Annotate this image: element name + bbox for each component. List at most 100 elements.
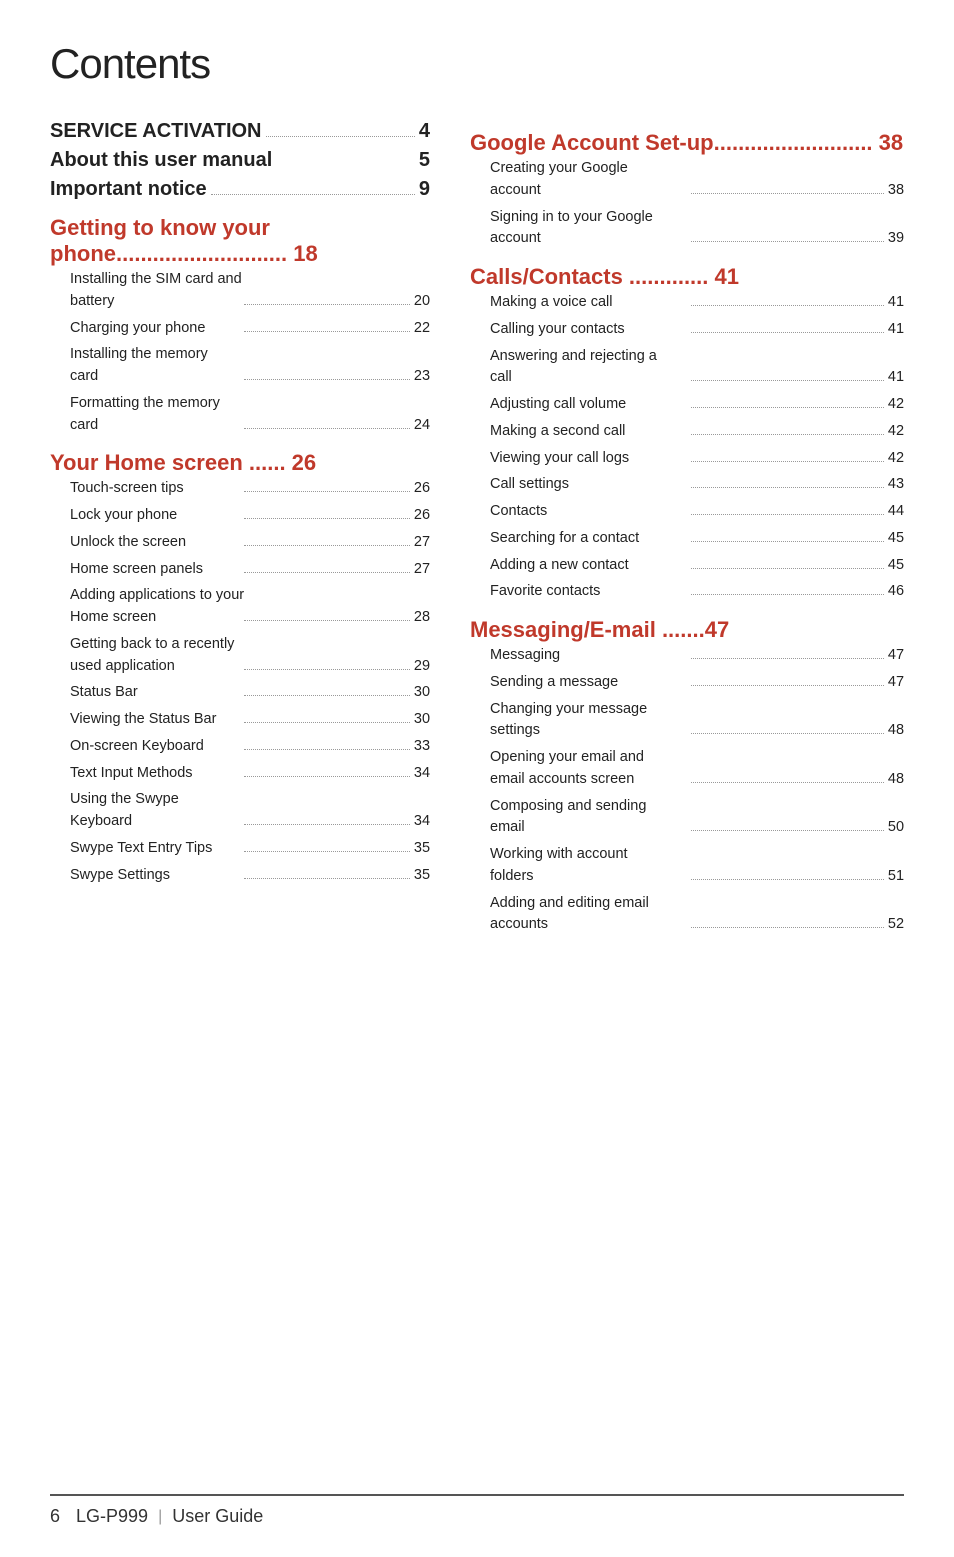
toc-sub-text: Viewing your call logs <box>490 448 687 470</box>
toc-sub-text: email accounts screen <box>490 769 687 791</box>
toc-sub-multi-entry: Adding applications to yourHome screen28 <box>50 585 430 629</box>
toc-sub-text: Lock your phone <box>70 505 240 527</box>
toc-sub-text: Home screen <box>70 607 240 629</box>
toc-page-num: 35 <box>414 865 430 887</box>
toc-sub-entry: Making a second call 42 <box>470 421 904 443</box>
toc-sub-text: Call settings <box>490 474 687 496</box>
toc-page-num: 38 <box>888 180 904 202</box>
toc-dots <box>691 782 884 783</box>
toc-page-num: 48 <box>888 720 904 742</box>
toc-dots <box>691 658 884 659</box>
toc-page-num: 47 <box>888 672 904 694</box>
toc-dots <box>244 878 410 879</box>
toc-sub-line: Adding applications to your <box>70 585 430 607</box>
toc-sub-entry: Text Input Methods 34 <box>50 763 430 785</box>
toc-sub-text: Sending a message <box>490 672 687 694</box>
toc-top-entry: Important notice9 <box>50 178 430 201</box>
toc-sub-entry: Swype Text Entry Tips35 <box>50 838 430 860</box>
toc-page-num: 45 <box>888 555 904 577</box>
toc-dots <box>244 304 410 305</box>
toc-sub-last-row: account 38 <box>490 180 904 202</box>
toc-page-num: 48 <box>888 769 904 791</box>
toc-sub-text: Text Input Methods <box>70 763 240 785</box>
toc-sub-line: Opening your email and <box>490 747 904 769</box>
toc-sub-text: Making a second call <box>490 421 687 443</box>
toc-dots <box>691 541 884 542</box>
toc-sub-entry: Lock your phone 26 <box>50 505 430 527</box>
toc-sub-multi-entry: Installing the memorycard23 <box>50 344 430 388</box>
toc-page-num: 43 <box>888 474 904 496</box>
footer-guide: User Guide <box>172 1506 263 1527</box>
toc-dots <box>244 620 410 621</box>
toc-dots <box>691 487 884 488</box>
toc-dots <box>266 136 415 137</box>
toc-sub-last-row: Keyboard34 <box>70 811 430 833</box>
right-column: Google Account Set-up...................… <box>470 116 904 941</box>
toc-page-num: 50 <box>888 817 904 839</box>
toc-sub-entry: Making a voice call41 <box>470 292 904 314</box>
toc-sub-last-row: Home screen28 <box>70 607 430 629</box>
toc-page-num: 26 <box>414 505 430 527</box>
toc-sub-multi-entry: Answering and rejecting acall41 <box>470 346 904 390</box>
toc-sub-entry: Adding a new contact 45 <box>470 555 904 577</box>
toc-sub-last-row: account39 <box>490 228 904 250</box>
toc-dots <box>691 568 884 569</box>
toc-sub-entry: Charging your phone22 <box>50 318 430 340</box>
toc-dots <box>211 194 415 195</box>
toc-sub-text: email <box>490 817 687 839</box>
toc-section-heading: Getting to know your phone..............… <box>50 215 430 267</box>
toc-sub-entry: Unlock the screen27 <box>50 532 430 554</box>
toc-page-num: 42 <box>888 394 904 416</box>
toc-sub-text: Adding a new contact <box>490 555 687 577</box>
toc-sub-line: Formatting the memory <box>70 393 430 415</box>
toc-sub-line: Installing the memory <box>70 344 430 366</box>
toc-sub-multi-entry: Adding and editing emailaccounts52 <box>470 893 904 937</box>
toc-sub-multi-entry: Working with accountfolders51 <box>470 844 904 888</box>
toc-dots <box>691 733 884 734</box>
toc-sub-entry: Status Bar30 <box>50 682 430 704</box>
toc-sub-text: accounts <box>490 914 687 936</box>
toc-dots <box>691 685 884 686</box>
toc-sub-line: Using the Swype <box>70 789 430 811</box>
toc-dots <box>691 407 884 408</box>
toc-dots <box>244 749 410 750</box>
toc-sub-last-row: email accounts screen 48 <box>490 769 904 791</box>
footer-separator: | <box>158 1508 162 1526</box>
toc-sub-text: used application <box>70 656 240 678</box>
toc-sub-text: folders <box>490 866 687 888</box>
toc-sub-last-row: card24 <box>70 415 430 437</box>
toc-dots <box>691 514 884 515</box>
toc-page-num: 29 <box>414 656 430 678</box>
toc-sub-entry: Favorite contacts46 <box>470 581 904 603</box>
toc-sub-text: card <box>70 366 240 388</box>
toc-sub-entry: Adjusting call volume42 <box>470 394 904 416</box>
left-column: SERVICE ACTIVATION4About this user manua… <box>50 116 430 941</box>
toc-sub-text: Unlock the screen <box>70 532 240 554</box>
footer: 6 LG-P999 | User Guide <box>50 1494 904 1527</box>
toc-page-num: 30 <box>414 709 430 731</box>
toc-dots <box>244 722 410 723</box>
toc-sub-text: Messaging <box>490 645 687 667</box>
toc-page-num: 42 <box>888 421 904 443</box>
toc-sub-entry: Viewing your call logs42 <box>470 448 904 470</box>
toc-sub-text: Status Bar <box>70 682 240 704</box>
toc-sub-line: Creating your Google <box>490 158 904 180</box>
toc-dots <box>244 776 410 777</box>
toc-page-num: 41 <box>888 319 904 341</box>
toc-dots <box>244 518 410 519</box>
page-title: Contents <box>50 40 904 88</box>
toc-sub-text: call <box>490 367 687 389</box>
toc-sub-entry: Home screen panels27 <box>50 559 430 581</box>
toc-page-num: 24 <box>414 415 430 437</box>
toc-sub-text: Home screen panels <box>70 559 240 581</box>
toc-dots <box>244 491 410 492</box>
toc-sub-line: Changing your message <box>490 699 904 721</box>
toc-section-heading: Messaging/E-mail .......47 <box>470 617 904 643</box>
toc-page-num: 34 <box>414 763 430 785</box>
toc-sub-entry: Contacts44 <box>470 501 904 523</box>
toc-sub-text: account <box>490 180 687 202</box>
toc-page-num: 4 <box>419 120 430 143</box>
toc-page-num: 45 <box>888 528 904 550</box>
toc-dots <box>691 241 884 242</box>
toc-sub-text: Keyboard <box>70 811 240 833</box>
